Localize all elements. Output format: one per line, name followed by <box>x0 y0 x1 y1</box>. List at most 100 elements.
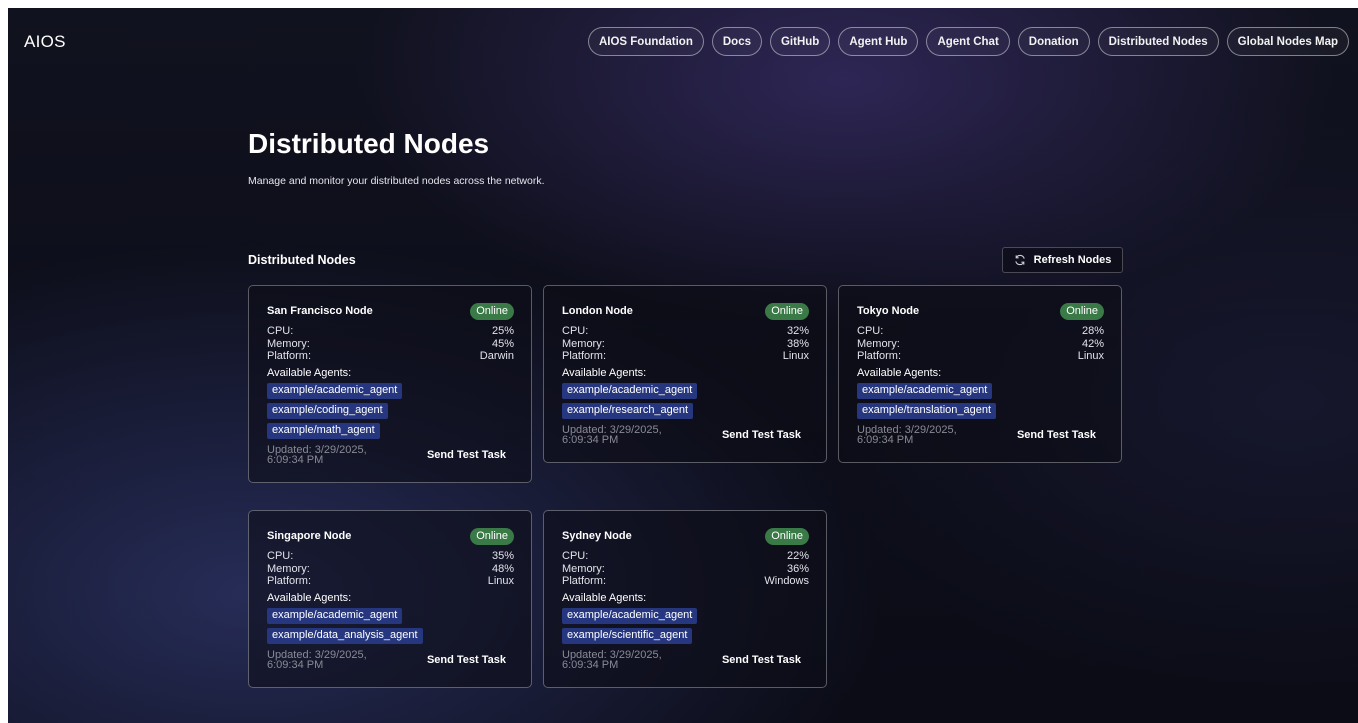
platform-value: Linux <box>782 350 809 362</box>
platform-row: Platform: Linux <box>857 350 1104 363</box>
node-name: San Francisco Node <box>267 305 373 317</box>
status-badge: Online <box>470 302 514 320</box>
cpu-label: CPU: <box>562 325 589 337</box>
memory-value: 36% <box>786 562 809 575</box>
available-agents-label: Available Agents: <box>857 366 942 379</box>
agent-chip: example/academic_agent <box>857 382 993 399</box>
nav-donation[interactable]: Donation <box>1017 27 1090 56</box>
status-badge: Online <box>470 527 514 545</box>
agent-chip: example/scientific_agent <box>562 627 693 644</box>
app-frame: AIOS AIOS Foundation Docs GitHub Agent H… <box>8 8 1358 723</box>
agent-chip: example/translation_agent <box>857 402 997 419</box>
platform-value: Linux <box>1077 350 1104 362</box>
updated-timestamp: Updated: 3/29/2025, 6:09:34 PM <box>267 443 367 466</box>
cpu-label: CPU: <box>857 325 884 337</box>
brand-logo[interactable]: AIOS <box>24 32 66 52</box>
memory-row: Memory: 48% <box>267 563 514 576</box>
memory-label: Memory: <box>562 562 605 575</box>
platform-row: Platform: Linux <box>562 350 809 363</box>
available-agents-label: Available Agents: <box>562 366 647 379</box>
send-test-task-button[interactable]: Send Test Task <box>427 449 506 461</box>
platform-row: Platform: Darwin <box>267 350 514 363</box>
platform-value: Windows <box>764 575 809 587</box>
updated-timestamp: Updated: 3/29/2025, 6:09:34 PM <box>562 423 662 446</box>
agent-chip: example/academic_agent <box>562 382 698 399</box>
cpu-value: 35% <box>491 550 514 562</box>
available-agents-label: Available Agents: <box>562 591 647 604</box>
page-subtitle: Manage and monitor your distributed node… <box>248 175 545 187</box>
refresh-nodes-label: Refresh Nodes <box>1033 254 1112 266</box>
agent-list: example/academic_agent example/translati… <box>857 382 1104 419</box>
send-test-task-button[interactable]: Send Test Task <box>722 429 801 441</box>
agent-list: example/academic_agent example/data_anal… <box>267 607 514 644</box>
memory-label: Memory: <box>267 337 310 350</box>
agent-chip: example/math_agent <box>267 422 380 439</box>
agent-chip: example/data_analysis_agent <box>267 627 423 644</box>
platform-value: Linux <box>487 575 514 587</box>
memory-row: Memory: 45% <box>267 338 514 351</box>
memory-label: Memory: <box>267 562 310 575</box>
nav-distributed-nodes[interactable]: Distributed Nodes <box>1097 27 1219 56</box>
agent-chip: example/coding_agent <box>267 402 388 419</box>
send-test-task-button[interactable]: Send Test Task <box>722 654 801 666</box>
memory-label: Memory: <box>562 337 605 350</box>
updated-timestamp: Updated: 3/29/2025, 6:09:34 PM <box>857 423 957 446</box>
node-card-sydney: Sydney Node Online CPU: 22% Memory: 36% Pl… <box>543 510 827 688</box>
agent-chip: example/academic_agent <box>562 607 698 624</box>
agent-list: example/academic_agent example/research_… <box>562 382 809 419</box>
cpu-row: CPU: 35% <box>267 550 514 563</box>
section-title: Distributed Nodes <box>248 253 356 267</box>
nav-docs[interactable]: Docs <box>711 27 762 56</box>
platform-label: Platform: <box>562 575 607 587</box>
node-card-singapore: Singapore Node Online CPU: 35% Memory: 48%… <box>248 510 532 688</box>
memory-value: 42% <box>1081 337 1104 350</box>
cpu-value: 32% <box>786 325 809 337</box>
status-badge: Online <box>765 302 809 320</box>
available-agents-label: Available Agents: <box>267 591 352 604</box>
cpu-label: CPU: <box>562 550 589 562</box>
available-agents-label: Available Agents: <box>267 366 352 379</box>
agent-chip: example/academic_agent <box>267 607 403 624</box>
node-card-tokyo: Tokyo Node Online CPU: 28% Memory: 42% Pla… <box>838 285 1122 463</box>
platform-label: Platform: <box>267 575 312 587</box>
node-name: Tokyo Node <box>857 305 920 317</box>
nav-aios-foundation[interactable]: AIOS Foundation <box>587 27 704 56</box>
memory-row: Memory: 42% <box>857 338 1104 351</box>
cpu-row: CPU: 25% <box>267 325 514 338</box>
platform-row: Platform: Linux <box>267 575 514 588</box>
cpu-value: 28% <box>1081 325 1104 337</box>
send-test-task-button[interactable]: Send Test Task <box>1017 429 1096 441</box>
memory-row: Memory: 38% <box>562 338 809 351</box>
cpu-label: CPU: <box>267 550 294 562</box>
cpu-value: 22% <box>786 550 809 562</box>
platform-label: Platform: <box>267 350 312 362</box>
send-test-task-button[interactable]: Send Test Task <box>427 654 506 666</box>
node-name: Singapore Node <box>267 530 352 542</box>
agent-chip: example/research_agent <box>562 402 694 419</box>
refresh-nodes-button[interactable]: Refresh Nodes <box>1002 247 1123 273</box>
cpu-value: 25% <box>491 325 514 337</box>
cpu-label: CPU: <box>267 325 294 337</box>
nav-agent-hub[interactable]: Agent Hub <box>838 27 919 56</box>
status-badge: Online <box>1060 302 1104 320</box>
cpu-row: CPU: 22% <box>562 550 809 563</box>
platform-label: Platform: <box>562 350 607 362</box>
memory-value: 45% <box>491 337 514 350</box>
memory-value: 38% <box>786 337 809 350</box>
node-name: Sydney Node <box>562 530 632 542</box>
node-name: London Node <box>562 305 633 317</box>
memory-label: Memory: <box>857 337 900 350</box>
updated-timestamp: Updated: 3/29/2025, 6:09:34 PM <box>267 648 367 671</box>
nav-agent-chat[interactable]: Agent Chat <box>926 27 1010 56</box>
node-card-san-francisco: San Francisco Node Online CPU: 25% Memory… <box>248 285 532 483</box>
platform-row: Platform: Windows <box>562 575 809 588</box>
agent-chip: example/academic_agent <box>267 382 403 399</box>
refresh-icon <box>1014 254 1026 266</box>
agent-list: example/academic_agent example/scientifi… <box>562 607 809 644</box>
cpu-row: CPU: 32% <box>562 325 809 338</box>
memory-value: 48% <box>491 562 514 575</box>
node-card-london: London Node Online CPU: 32% Memory: 38% Pl… <box>543 285 827 463</box>
nav-github[interactable]: GitHub <box>769 27 831 56</box>
nav-global-nodes-map[interactable]: Global Nodes Map <box>1226 27 1349 56</box>
memory-row: Memory: 36% <box>562 563 809 576</box>
